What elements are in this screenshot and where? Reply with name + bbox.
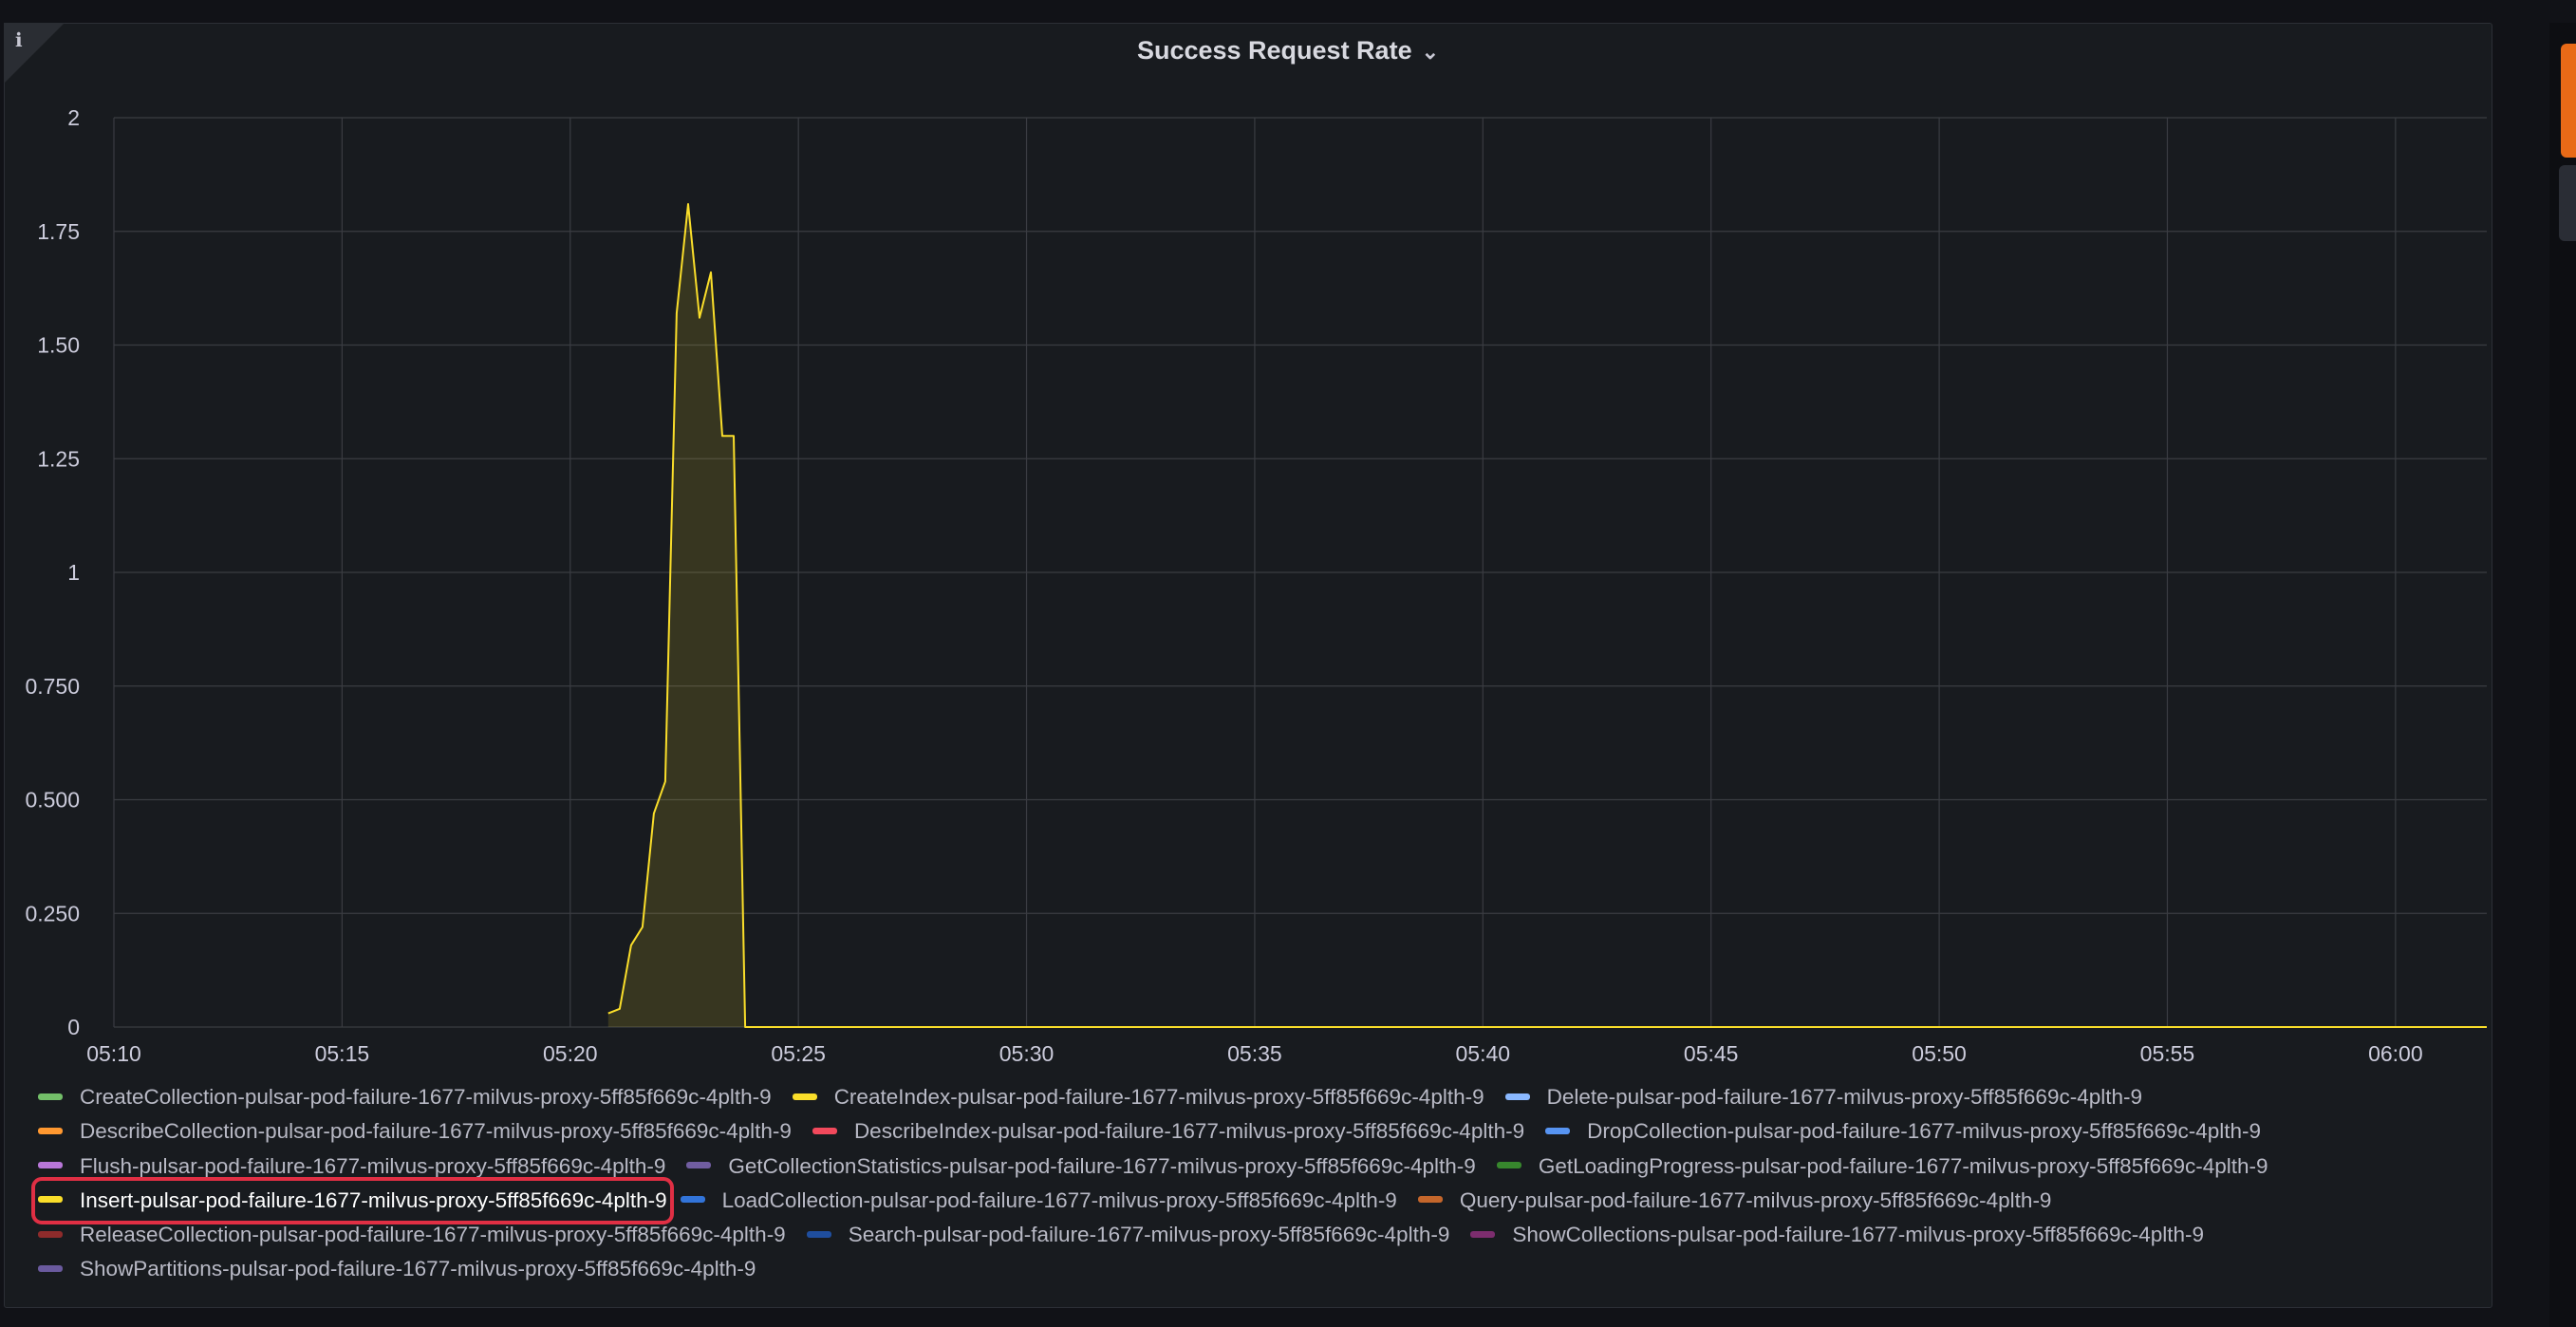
legend-swatch <box>680 1196 705 1204</box>
legend-label: LoadCollection-pulsar-pod-failure-1677-m… <box>721 1187 1397 1212</box>
adjacent-window-tab <box>2559 165 2576 241</box>
chart-grid <box>113 117 2487 1028</box>
legend-item[interactable]: Search-pulsar-pod-failure-1677-milvus-pr… <box>806 1218 1450 1252</box>
y-tick-label: 2 <box>67 105 80 130</box>
legend-swatch <box>812 1127 837 1134</box>
legend-label: DescribeIndex-pulsar-pod-failure-1677-mi… <box>853 1119 1525 1144</box>
legend-item[interactable]: Flush-pulsar-pod-failure-1677-milvus-pro… <box>38 1149 665 1184</box>
legend-label: ShowCollections-pulsar-pod-failure-1677-… <box>1512 1223 2205 1247</box>
y-tick-label: 1.75 <box>37 219 80 244</box>
x-tick-label: 05:50 <box>1912 1041 1967 1066</box>
legend-item[interactable]: DescribeIndex-pulsar-pod-failure-1677-mi… <box>812 1114 1524 1149</box>
legend-swatch <box>38 1230 63 1238</box>
panel-title[interactable]: Success Request Rate ⌄ <box>0 36 2576 65</box>
legend-item[interactable]: DescribeCollection-pulsar-pod-failure-16… <box>38 1114 792 1149</box>
legend-swatch <box>38 1196 63 1204</box>
legend-row: DescribeCollection-pulsar-pod-failure-16… <box>38 1114 2506 1149</box>
legend-label: Insert-pulsar-pod-failure-1677-milvus-pr… <box>80 1187 667 1212</box>
legend-item[interactable]: Query-pulsar-pod-failure-1677-milvus-pro… <box>1417 1184 2052 1218</box>
legend-label: Delete-pulsar-pod-failure-1677-milvus-pr… <box>1546 1085 2142 1109</box>
chevron-down-icon[interactable]: ⌄ <box>1422 40 1439 64</box>
legend-swatch <box>38 1162 63 1169</box>
legend-swatch <box>1545 1127 1571 1134</box>
legend-item[interactable]: CreateIndex-pulsar-pod-failure-1677-milv… <box>792 1080 1484 1114</box>
legend-row: ShowPartitions-pulsar-pod-failure-1677-m… <box>38 1252 2506 1286</box>
x-tick-label: 05:20 <box>543 1041 598 1066</box>
y-tick-label: 0.250 <box>25 901 80 925</box>
x-tick-label: 05:15 <box>315 1041 370 1066</box>
chart-legend: CreateCollection-pulsar-pod-failure-1677… <box>31 1080 2506 1287</box>
legend-label: CreateIndex-pulsar-pod-failure-1677-milv… <box>833 1085 1484 1109</box>
legend-swatch <box>806 1230 831 1238</box>
chart-series <box>607 203 2487 1028</box>
legend-item[interactable]: CreateCollection-pulsar-pod-failure-1677… <box>38 1080 772 1114</box>
legend-item[interactable]: GetCollectionStatistics-pulsar-pod-failu… <box>686 1149 1476 1184</box>
legend-row: ReleaseCollection-pulsar-pod-failure-167… <box>38 1218 2506 1252</box>
x-tick-label: 05:35 <box>1227 1041 1282 1066</box>
legend-label: DropCollection-pulsar-pod-failure-1677-m… <box>1587 1119 2262 1144</box>
legend-swatch <box>38 1265 63 1273</box>
legend-item[interactable]: GetLoadingProgress-pulsar-pod-failure-16… <box>1496 1149 2268 1184</box>
legend-item[interactable]: LoadCollection-pulsar-pod-failure-1677-m… <box>680 1184 1397 1218</box>
legend-row: Flush-pulsar-pod-failure-1677-milvus-pro… <box>38 1149 2506 1184</box>
x-tick-label: 05:10 <box>86 1041 141 1066</box>
legend-swatch <box>686 1162 712 1169</box>
legend-swatch <box>1470 1230 1496 1238</box>
x-tick-label: 05:30 <box>999 1041 1055 1066</box>
legend-swatch <box>1496 1162 1521 1169</box>
legend-swatch <box>38 1093 63 1100</box>
legend-label: Search-pulsar-pod-failure-1677-milvus-pr… <box>848 1223 1450 1247</box>
legend-label: Query-pulsar-pod-failure-1677-milvus-pro… <box>1459 1187 2052 1212</box>
series-line[interactable] <box>607 203 2487 1028</box>
adjacent-window-accent <box>2561 44 2576 158</box>
legend-item[interactable]: ShowPartitions-pulsar-pod-failure-1677-m… <box>38 1252 756 1286</box>
legend-swatch <box>38 1127 63 1134</box>
legend-label: Flush-pulsar-pod-failure-1677-milvus-pro… <box>80 1153 666 1178</box>
legend-item[interactable]: ReleaseCollection-pulsar-pod-failure-167… <box>38 1218 786 1252</box>
y-tick-label: 1 <box>67 560 80 585</box>
y-tick-label: 0.500 <box>25 788 80 813</box>
x-tick-label: 06:00 <box>2368 1041 2423 1066</box>
panel-title-text: Success Request Rate <box>1136 36 1412 65</box>
legend-label: CreateCollection-pulsar-pod-failure-1677… <box>80 1085 772 1109</box>
chart-ticks: 0 0.250 0.500 0.750 1 1.25 1.50 1.75 2 05:10 05:15… <box>25 105 2422 1066</box>
legend-item[interactable]: DropCollection-pulsar-pod-failure-1677-m… <box>1545 1114 2261 1149</box>
adjacent-window-edge <box>2549 23 2576 1327</box>
legend-swatch <box>1504 1093 1530 1100</box>
x-tick-label: 05:25 <box>771 1041 826 1066</box>
y-tick-label: 1.50 <box>37 333 80 358</box>
legend-label: ShowPartitions-pulsar-pod-failure-1677-m… <box>80 1257 756 1281</box>
legend-label: GetCollectionStatistics-pulsar-pod-failu… <box>728 1153 1476 1178</box>
x-tick-label: 05:45 <box>1684 1041 1739 1066</box>
y-tick-label: 0.750 <box>25 674 80 699</box>
legend-label: DescribeCollection-pulsar-pod-failure-16… <box>80 1119 792 1144</box>
legend-item[interactable]: ShowCollections-pulsar-pod-failure-1677-… <box>1470 1218 2204 1252</box>
y-tick-label: 1.25 <box>37 446 80 471</box>
legend-row: Insert-pulsar-pod-failure-1677-milvus-pr… <box>31 1176 2506 1224</box>
legend-swatch <box>792 1093 817 1100</box>
legend-item[interactable]: Delete-pulsar-pod-failure-1677-milvus-pr… <box>1504 1080 2142 1114</box>
legend-item[interactable]: Insert-pulsar-pod-failure-1677-milvus-pr… <box>31 1176 674 1224</box>
legend-swatch <box>1417 1196 1443 1204</box>
legend-label: GetLoadingProgress-pulsar-pod-failure-16… <box>1538 1153 2268 1178</box>
x-tick-label: 05:55 <box>2140 1041 2195 1066</box>
series-area-fill <box>607 204 2487 1027</box>
x-tick-label: 05:40 <box>1456 1041 1511 1066</box>
y-tick-label: 0 <box>67 1015 80 1039</box>
legend-label: ReleaseCollection-pulsar-pod-failure-167… <box>80 1223 786 1247</box>
legend-row: CreateCollection-pulsar-pod-failure-1677… <box>38 1080 2506 1114</box>
